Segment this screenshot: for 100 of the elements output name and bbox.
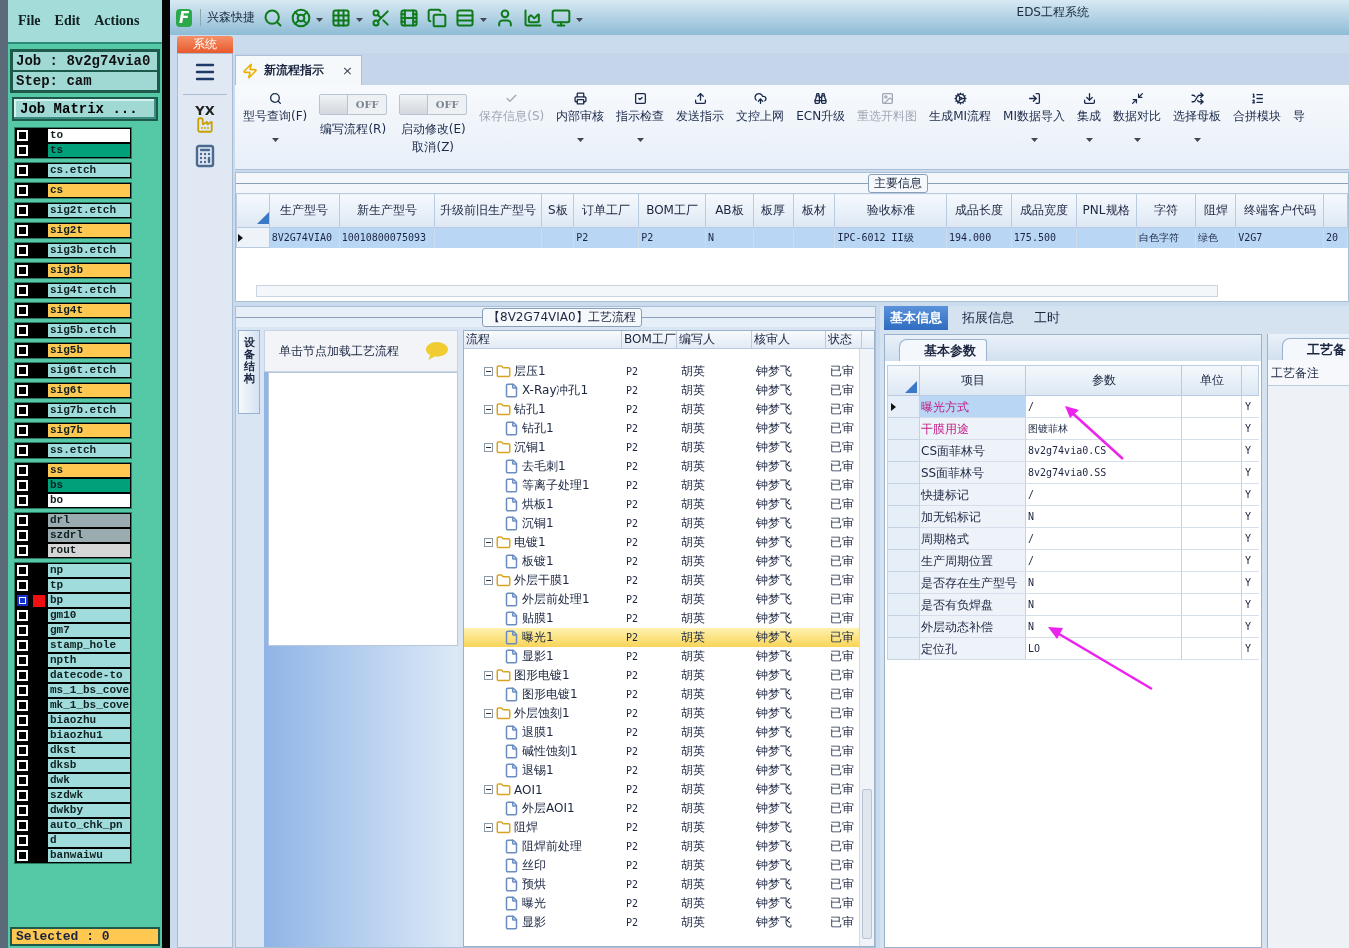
column-header[interactable]: 终端客户代码 xyxy=(1235,193,1324,228)
layer-name[interactable]: sig5b.etch xyxy=(48,324,130,337)
column-header[interactable]: 成品宽度 xyxy=(1011,193,1077,228)
collapse-icon[interactable] xyxy=(484,823,493,832)
factory-badge[interactable]: YX xyxy=(195,105,215,134)
ribbon-button[interactable]: 合拼模块 xyxy=(1227,88,1287,169)
tree-row[interactable]: 图形电镀1 P2 胡英 钟梦飞 已审 xyxy=(464,666,859,685)
list-icon[interactable] xyxy=(455,7,476,28)
layer-name[interactable]: szdwk xyxy=(48,789,130,802)
column-header[interactable]: 板材 xyxy=(793,193,835,228)
tree-row[interactable]: 钻孔1 P2 胡英 钟梦飞 已审 xyxy=(464,419,859,438)
tab[interactable]: 工时 xyxy=(1028,306,1066,330)
subtab[interactable]: 工艺备 xyxy=(1282,338,1349,360)
ribbon-button[interactable]: MI数据导入 xyxy=(997,88,1071,169)
column-header[interactable]: BOM工厂 xyxy=(638,193,706,228)
tree-row[interactable]: 碱性蚀刻1 P2 胡英 钟梦飞 已审 xyxy=(464,742,859,761)
layer-name[interactable]: stamp_hole xyxy=(48,639,130,652)
search-icon[interactable] xyxy=(263,7,284,28)
vertical-scrollbar[interactable] xyxy=(859,349,874,946)
tree-row[interactable]: AOI1 P2 胡英 钟梦飞 已审 xyxy=(464,780,859,799)
column-header[interactable]: 字符 xyxy=(1136,193,1196,228)
tab[interactable]: 拓展信息 xyxy=(956,306,1020,330)
ribbon-button[interactable]: 发送指示 xyxy=(670,88,731,169)
layer-name[interactable]: mk_1_bs_cove xyxy=(48,699,130,712)
column-header[interactable]: 生产型号 xyxy=(269,193,340,228)
parameter-value[interactable]: N xyxy=(1026,506,1182,528)
layer-name[interactable]: dwkby xyxy=(48,804,130,817)
calculator-icon[interactable] xyxy=(193,144,217,168)
parameter-value[interactable]: / xyxy=(1026,528,1182,550)
layer-name[interactable]: dwk xyxy=(48,774,130,787)
scrollbar[interactable] xyxy=(162,0,170,948)
layer-name[interactable]: bp xyxy=(48,594,130,607)
tree-row[interactable]: 贴膜1 P2 胡英 钟梦飞 已审 xyxy=(464,609,859,628)
collapse-icon[interactable] xyxy=(484,443,493,452)
collapse-icon[interactable] xyxy=(484,785,493,794)
grid-icon[interactable] xyxy=(331,7,352,28)
layer-name[interactable]: sig5b xyxy=(48,344,130,357)
layer-checkbox[interactable] xyxy=(17,595,28,606)
column-header[interactable]: BOM工厂 xyxy=(622,331,677,348)
tree-row[interactable]: 曝光 P2 胡英 钟梦飞 已审 xyxy=(464,894,859,913)
lifebuoy-icon[interactable] xyxy=(291,7,312,28)
menu-item[interactable]: Actions xyxy=(94,13,140,29)
layer-name[interactable]: biaozhu xyxy=(48,714,130,727)
layer-name[interactable]: sig7b xyxy=(48,424,130,437)
side-tab[interactable]: 设备结构 xyxy=(238,330,260,414)
layer-name[interactable]: npth xyxy=(48,654,130,667)
tree-row[interactable]: 去毛刺1 P2 胡英 钟梦飞 已审 xyxy=(464,457,859,476)
layer-name[interactable]: sig3b.etch xyxy=(48,244,130,257)
tree-row[interactable]: 曝光1 P2 胡英 钟梦飞 已审 xyxy=(464,628,859,647)
column-header[interactable]: PNL规格 xyxy=(1076,193,1136,228)
layer-name[interactable]: cs.etch xyxy=(48,164,130,177)
ribbon-button[interactable]: 型号查询(F) xyxy=(237,88,314,169)
tree-row[interactable]: 外层干膜1 P2 胡英 钟梦飞 已审 xyxy=(464,571,859,590)
ribbon-button[interactable]: 指示检查 xyxy=(610,88,671,169)
row-header[interactable] xyxy=(887,396,920,418)
layer-name[interactable]: ms_1_bs_cove xyxy=(48,684,130,697)
parameter-value[interactable]: 图镀菲林 xyxy=(1026,418,1182,440)
tree-row[interactable]: 退膜1 P2 胡英 钟梦飞 已审 xyxy=(464,723,859,742)
ribbon-button[interactable]: 文控上网 xyxy=(730,88,791,169)
tree-row[interactable]: 沉铜1 P2 胡英 钟梦飞 已审 xyxy=(464,438,859,457)
tree-row[interactable]: 预烘 P2 胡英 钟梦飞 已审 xyxy=(464,875,859,894)
layer-name[interactable]: sig6t xyxy=(48,384,130,397)
column-header[interactable]: 验收标准 xyxy=(834,193,947,228)
layer-name[interactable]: ss.etch xyxy=(48,444,130,457)
layer-name[interactable]: rout xyxy=(48,544,130,557)
tree-row[interactable]: 钻孔1 P2 胡英 钟梦飞 已审 xyxy=(464,400,859,419)
column-header[interactable]: 订单工厂 xyxy=(573,193,639,228)
layer-name[interactable]: banwaiwu xyxy=(48,849,130,862)
layer-name[interactable]: ss xyxy=(48,464,130,477)
layer-name[interactable]: tp xyxy=(48,579,130,592)
parameter-value[interactable]: 8v2g74via0.CS xyxy=(1026,440,1182,462)
tree-row[interactable]: 等离子处理1 P2 胡英 钟梦飞 已审 xyxy=(464,476,859,495)
menu-item[interactable]: Edit xyxy=(54,13,81,29)
horizontal-scrollbar[interactable] xyxy=(256,285,1218,297)
table-row[interactable]: 8V2G74VIA0 10010800075093 P2 P2 N IPC-6012 II级 194.000 175.500 白色字符 绿色 V2G7 20 xyxy=(236,227,1348,248)
tab[interactable]: 基本信息 xyxy=(884,306,948,330)
layer-name[interactable]: dksb xyxy=(48,759,130,772)
layer-name[interactable]: gm10 xyxy=(48,609,130,622)
cancel-label[interactable]: 取消(Z) xyxy=(412,139,455,155)
tree-row[interactable]: 阻焊前处理 P2 胡英 钟梦飞 已审 xyxy=(464,837,859,856)
tree-row[interactable]: 板镀1 P2 胡英 钟梦飞 已审 xyxy=(464,552,859,571)
layer-name[interactable]: datecode-to xyxy=(48,669,130,682)
tree-row[interactable]: 外层AOI1 P2 胡英 钟梦飞 已审 xyxy=(464,799,859,818)
tree-row[interactable]: 层压1 P2 胡英 钟梦飞 已审 xyxy=(464,362,859,381)
collapse-icon[interactable] xyxy=(484,367,493,376)
scissors-icon[interactable] xyxy=(371,7,392,28)
tree-row[interactable]: 外层前处理1 P2 胡英 钟梦飞 已审 xyxy=(464,590,859,609)
column-header[interactable]: 升级前旧生产型号 xyxy=(434,193,542,228)
layer-name[interactable]: sig4t.etch xyxy=(48,284,130,297)
column-header[interactable]: 状态 xyxy=(826,331,862,348)
layer-name[interactable]: ts xyxy=(48,144,130,157)
column-header[interactable]: 单位 xyxy=(1182,365,1242,396)
parameter-value[interactable]: / xyxy=(1026,550,1182,572)
layer-name[interactable]: biaozhu1 xyxy=(48,729,130,742)
column-header[interactable]: 核审人 xyxy=(752,331,826,348)
ribbon-button[interactable]: 导 xyxy=(1287,88,1311,169)
collapse-icon[interactable] xyxy=(484,709,493,718)
column-header[interactable]: 新生产型号 xyxy=(339,193,435,228)
ribbon-button[interactable]: 集成 xyxy=(1071,88,1107,169)
job-matrix-button[interactable]: Job Matrix ... xyxy=(12,97,158,121)
